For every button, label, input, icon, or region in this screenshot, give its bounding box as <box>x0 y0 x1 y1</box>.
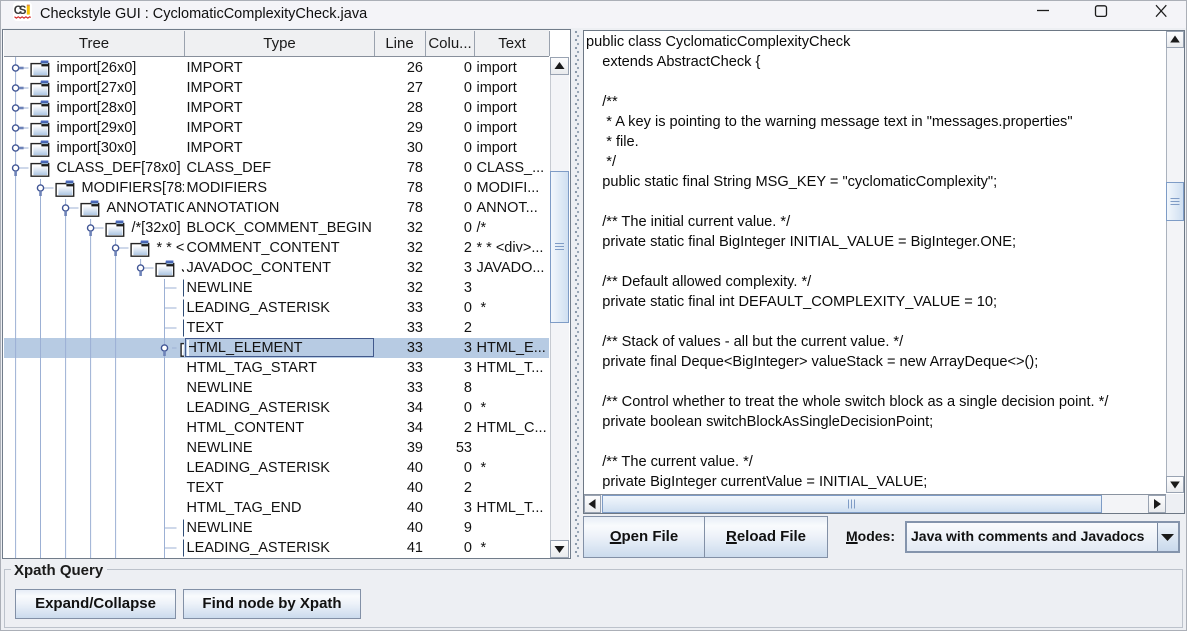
svg-text:CS: CS <box>14 5 27 17</box>
